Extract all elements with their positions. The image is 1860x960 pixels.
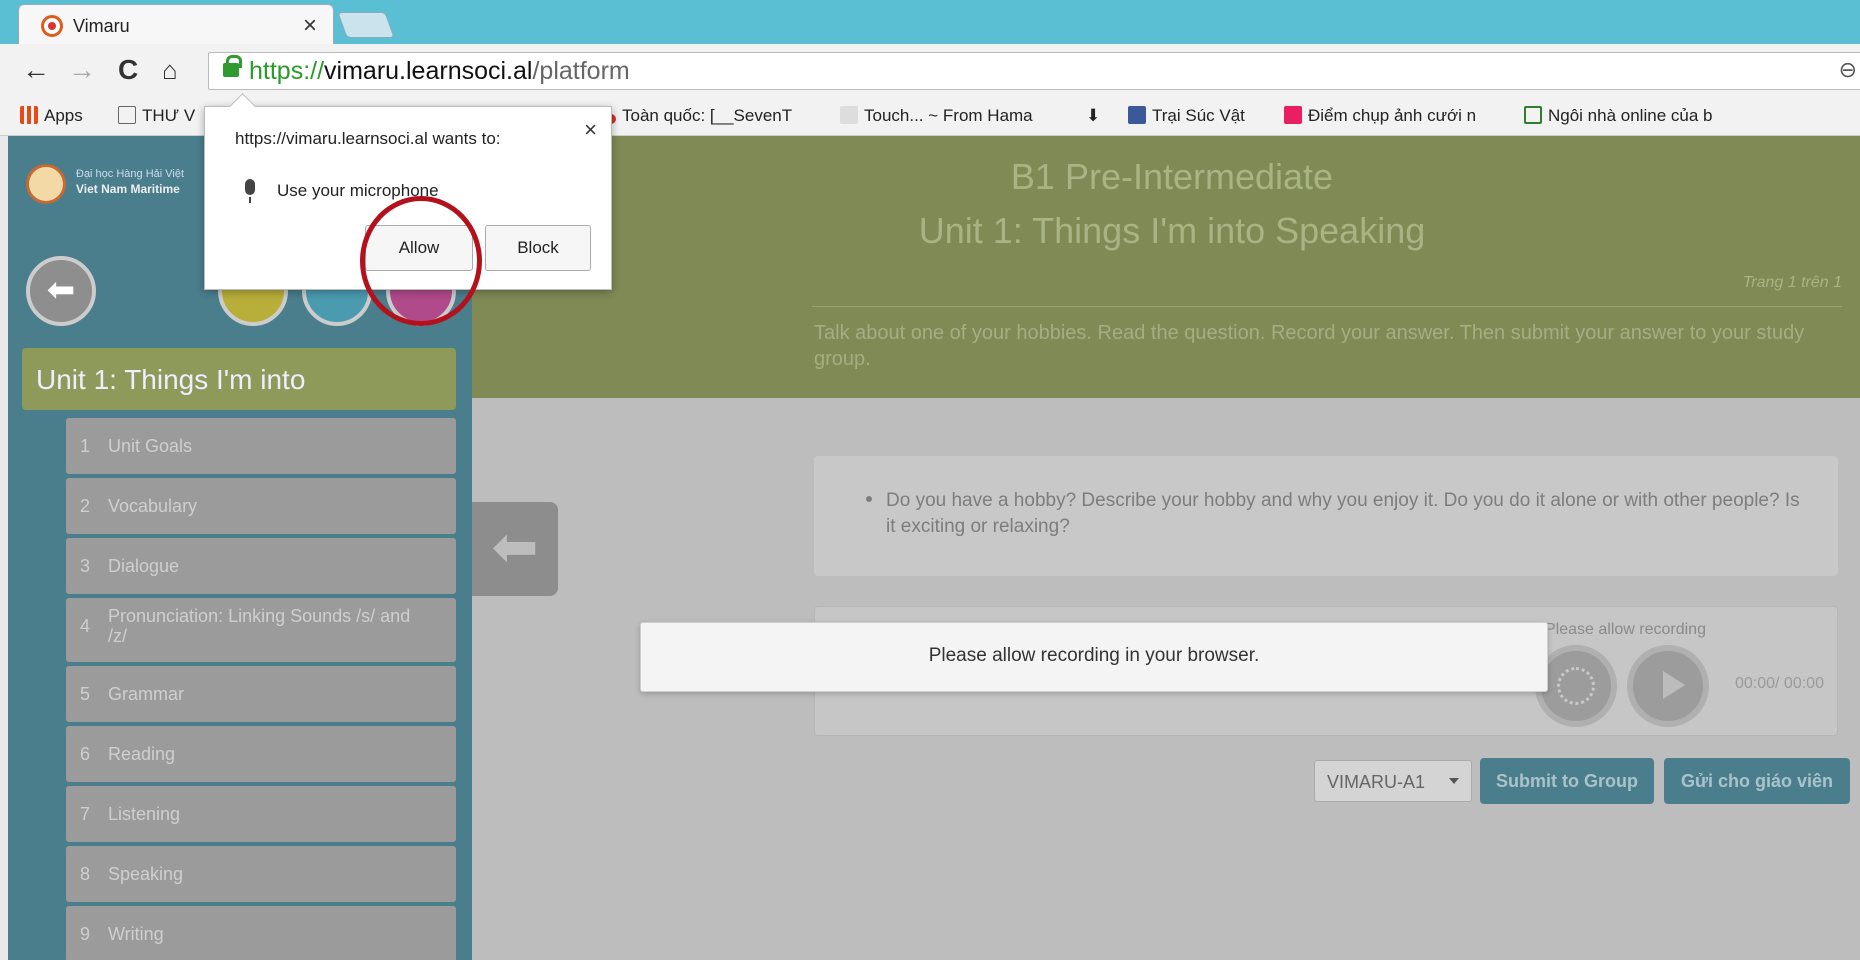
allow-button[interactable]: Allow <box>365 225 473 271</box>
question-card: Do you have a hobby? Describe your hobby… <box>814 456 1838 576</box>
lesson-label: Listening <box>108 804 181 824</box>
forward-arrow-icon[interactable]: → <box>68 56 96 84</box>
close-icon[interactable]: × <box>584 117 597 143</box>
apps-grid-icon <box>20 106 38 124</box>
lesson-item-dialogue[interactable]: 3 Dialogue <box>66 538 456 594</box>
page-icon <box>118 106 136 124</box>
lesson-label: Pronunciation: Linking Sounds /s/ and /z… <box>108 606 411 646</box>
lesson-item-reading[interactable]: 6 Reading <box>66 726 456 782</box>
lesson-label: Dialogue <box>108 556 180 576</box>
logo-line1: Đại học Hàng Hải Việt <box>76 168 185 180</box>
bookmark-download[interactable]: ⬇ <box>1086 106 1100 126</box>
recording-timer: 00:00/ 00:00 <box>1735 675 1824 692</box>
unit-title[interactable]: Unit 1: Things I'm into <box>22 348 456 410</box>
lesson-number: 5 <box>80 684 91 704</box>
send-to-teacher-button[interactable]: Gửi cho giáo viên <box>1664 758 1850 804</box>
lesson-label: Reading <box>108 744 176 764</box>
microphone-permission-popup: https://vimaru.learnsoci.al wants to: × … <box>204 106 612 290</box>
tab-strip: Vimaru × <box>0 0 1860 44</box>
lesson-number: 2 <box>80 496 91 516</box>
house-icon <box>1524 106 1542 124</box>
url-text: https://vimaru.learnsoci.al/platform <box>249 57 630 85</box>
play-button[interactable] <box>1627 645 1709 727</box>
bookmark-toan-quoc[interactable]: Toàn quốc: [__SevenT <box>606 106 792 126</box>
bookmark-apps[interactable]: Apps <box>20 106 83 126</box>
lesson-number: 9 <box>80 924 91 944</box>
recorder-status: Please allow recording <box>1545 621 1706 638</box>
bullet-icon <box>866 496 872 502</box>
lesson-item-unit-goals[interactable]: 1 Unit Goals <box>66 418 456 474</box>
lesson-item-speaking[interactable]: 8 Speaking <box>66 846 456 902</box>
bookmark-ngoi-nha[interactable]: Ngôi nhà online của b <box>1524 106 1712 126</box>
home-icon[interactable]: ⌂ <box>162 56 178 84</box>
bookmark-diem-chup-anh[interactable]: Điểm chụp ảnh cưới n <box>1284 106 1476 126</box>
reload-icon[interactable]: C <box>118 56 138 84</box>
submit-to-group-button[interactable]: Submit to Group <box>1480 758 1654 804</box>
lesson-number: 8 <box>80 864 91 884</box>
lesson-number: 7 <box>80 804 91 824</box>
lesson-number: 4 <box>80 616 91 636</box>
address-bar[interactable]: https://vimaru.learnsoci.al/platform ⊖ <box>208 52 1860 90</box>
study-group-value: VIMARU-A1 <box>1327 772 1426 792</box>
bookmark-touch[interactable]: Touch... ~ From Hama <box>840 106 1033 126</box>
block-button[interactable]: Block <box>485 225 591 271</box>
page-indicator: Trang 1 trên 1 <box>1742 274 1842 291</box>
browser-tab[interactable]: Vimaru × <box>18 4 334 44</box>
heart-icon <box>1284 106 1302 124</box>
activity-header: B1 Pre-Intermediate Unit 1: Things I'm i… <box>472 136 1860 398</box>
download-icon: ⬇ <box>1086 106 1101 125</box>
lesson-label: Vocabulary <box>108 496 198 516</box>
tab-title: Vimaru <box>73 16 130 36</box>
bookmark-thu-vien[interactable]: THƯ V <box>118 106 195 126</box>
play-icon <box>1663 671 1685 699</box>
permission-title: https://vimaru.learnsoci.al wants to: <box>235 129 501 148</box>
permission-request: Use your microphone <box>277 181 439 200</box>
chevron-down-icon <box>1449 778 1459 784</box>
lesson-item-pronunciation[interactable]: 4 Pronunciation: Linking Sounds /s/ and … <box>66 598 456 662</box>
activity-instructions: Talk about one of your hobbies. Read the… <box>814 322 1805 370</box>
lesson-item-writing[interactable]: 9 Writing <box>66 906 456 960</box>
facebook-icon <box>1128 106 1146 124</box>
lesson-number: 1 <box>80 436 91 456</box>
new-tab-button[interactable] <box>337 12 395 38</box>
previous-page-button[interactable]: ⬅ <box>472 502 558 596</box>
activity-title: Unit 1: Things I'm into Speaking <box>918 210 1426 251</box>
university-seal-icon <box>26 164 66 204</box>
course-title: B1 Pre-Intermediate <box>1010 156 1334 197</box>
lock-icon <box>223 55 242 77</box>
activity-panel: B1 Pre-Intermediate Unit 1: Things I'm i… <box>472 136 1860 960</box>
back-arrow-icon[interactable]: ← <box>22 56 50 84</box>
bookmark-trai-suc-vat[interactable]: Trại Súc Vật <box>1128 106 1245 126</box>
lesson-number: 3 <box>80 556 91 576</box>
lesson-label: Grammar <box>108 684 184 704</box>
study-group-select[interactable]: VIMARU-A1 <box>1314 760 1472 802</box>
question-text: Do you have a hobby? Describe your hobby… <box>886 490 1800 537</box>
lesson-number: 6 <box>80 744 91 764</box>
zoom-icon[interactable]: ⊖ <box>1839 57 1857 83</box>
microphone-icon <box>245 179 255 203</box>
lesson-label: Speaking <box>108 864 184 884</box>
lesson-label: Unit Goals <box>108 436 193 456</box>
allow-recording-toast: Please allow recording in your browser. <box>640 622 1548 692</box>
lesson-item-listening[interactable]: 7 Listening <box>66 786 456 842</box>
lesson-item-vocabulary[interactable]: 2 Vocabulary <box>66 478 456 534</box>
vimaru-favicon-icon <box>41 15 63 37</box>
tab-close-icon[interactable]: × <box>303 12 317 40</box>
image-icon <box>840 106 858 124</box>
browser-toolbar: ← → C ⌂ https://vimaru.learnsoci.al/plat… <box>0 44 1860 98</box>
lesson-item-grammar[interactable]: 5 Grammar <box>66 666 456 722</box>
sidebar-back-button[interactable]: ⬅ <box>26 256 96 326</box>
header-divider <box>812 306 1842 307</box>
record-spinner-icon <box>1557 667 1595 705</box>
logo-line2: Viet Nam Maritime <box>76 182 180 196</box>
lesson-label: Writing <box>108 924 164 944</box>
